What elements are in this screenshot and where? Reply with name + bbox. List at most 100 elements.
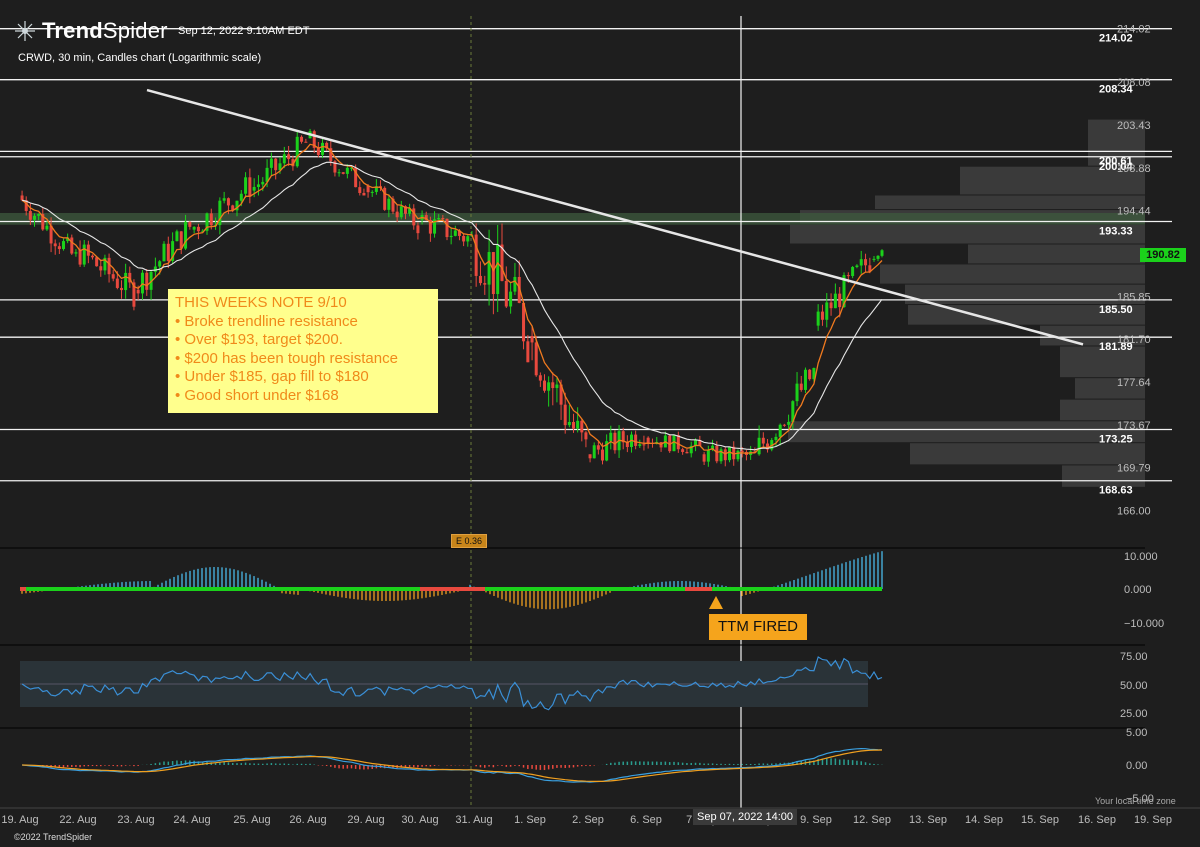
candle-body: [269, 158, 273, 168]
candle-body: [864, 259, 868, 266]
candle-body: [99, 266, 103, 271]
chart-canvas[interactable]: 214.02208.34200.61200.04193.33185.50181.…: [0, 0, 1200, 847]
candle-body: [838, 293, 842, 308]
candle-body: [778, 424, 782, 437]
x-axis-tick: 2. Sep: [572, 814, 604, 826]
macd-line: [22, 747, 883, 783]
candle-body: [880, 250, 884, 256]
candle-body: [728, 446, 731, 461]
squeeze-axis-tick: −10.000: [1124, 618, 1164, 630]
candle-body: [681, 449, 685, 452]
candle-body: [437, 217, 441, 220]
candle-body: [491, 252, 495, 295]
volume-profile-bar: [788, 421, 1145, 443]
earnings-flag[interactable]: E 0.36: [451, 534, 488, 548]
crosshair-time-label: Sep 07, 2022 14:00: [693, 809, 798, 825]
candle-body: [244, 177, 248, 194]
candle-body: [78, 249, 82, 265]
candle-body: [387, 198, 391, 210]
candle-body: [120, 287, 123, 291]
candle-body: [509, 291, 513, 307]
candle-body: [196, 226, 200, 232]
candle-body: [115, 278, 119, 288]
candle-body: [816, 311, 820, 326]
candle-body: [136, 289, 140, 294]
macd-axis-tick: 5.00: [1126, 727, 1147, 739]
macd-signal-line: [22, 749, 883, 782]
note-line: • Under $185, gap fill to $180: [175, 368, 369, 385]
candle-body: [337, 172, 341, 174]
candle-body: [57, 246, 61, 250]
note-line: THIS WEEKS NOTE 9/10: [175, 294, 347, 311]
candle-body: [453, 230, 457, 236]
x-axis-tick: 31. Aug: [455, 814, 492, 826]
candle-body: [445, 218, 449, 238]
price-axis-tick: 169.79: [1117, 463, 1151, 475]
candle-body: [478, 275, 482, 284]
chart-subtitle: CRWD, 30 min, Candles chart (Logarithmic…: [18, 52, 262, 64]
candle-body: [851, 266, 855, 277]
candle-body: [370, 191, 374, 193]
candle-body: [287, 154, 291, 160]
candle-body: [192, 226, 196, 230]
candle-body: [555, 384, 559, 389]
candle-body: [358, 187, 362, 193]
price-axis-tick: 214.02: [1117, 24, 1151, 36]
volume-profile-bar: [968, 244, 1145, 264]
note-line: • Over $193, target $200.: [175, 331, 343, 348]
candle-body: [304, 141, 308, 143]
x-axis-tick: 9. Sep: [800, 814, 832, 826]
chart-timestamp: Sep 12, 2022 9:10AM EDT: [178, 25, 310, 37]
candle-body: [572, 421, 575, 429]
candle-body: [82, 244, 86, 265]
trendspider-logo-icon: [15, 21, 35, 41]
local-timezone-label[interactable]: Your local time zone: [1095, 796, 1176, 806]
candle-body: [248, 177, 252, 197]
candle-body: [547, 382, 551, 391]
candle-body: [638, 444, 642, 446]
candle-body: [53, 243, 57, 247]
brand-logo: TrendSpider: [14, 18, 168, 44]
price-axis-tick: 198.88: [1117, 163, 1151, 175]
volume-profile-bar: [1060, 399, 1145, 421]
candle-body: [362, 192, 366, 196]
candle-body: [158, 261, 162, 267]
candle-body: [188, 221, 192, 227]
candle-body: [706, 449, 710, 462]
candle-body: [175, 231, 179, 242]
candle-body: [166, 243, 170, 261]
candle-body: [20, 195, 24, 201]
candle-body: [723, 449, 727, 461]
candle-body: [222, 198, 226, 201]
candle-body: [62, 241, 65, 250]
candle-body: [474, 234, 478, 276]
candle-body: [795, 383, 799, 402]
rsi-axis-tick: 25.00: [1120, 708, 1148, 720]
x-axis-tick: 22. Aug: [59, 814, 96, 826]
price-axis-tick: 208.08: [1117, 77, 1151, 89]
rsi-axis-tick: 50.00: [1120, 680, 1148, 692]
volume-profile-bar: [905, 284, 1145, 305]
candle-body: [846, 275, 850, 277]
candle-body: [107, 257, 111, 275]
candle-body: [33, 215, 36, 220]
ttm-fired-label: TTM FIRED: [709, 614, 807, 640]
candle-body: [642, 444, 646, 446]
note-line: • Broke trendline resistance: [175, 312, 358, 330]
candle-body: [774, 436, 778, 441]
candle-body: [282, 154, 286, 164]
x-axis-tick: 19. Aug: [1, 814, 38, 826]
candle-body: [855, 265, 859, 267]
candles-group: [20, 128, 884, 467]
volume-profile-bar: [880, 264, 1145, 284]
candle-body: [395, 211, 399, 218]
candle-body: [825, 302, 829, 320]
candle-body: [300, 136, 304, 142]
candle-body: [140, 272, 144, 294]
candle-body: [45, 225, 49, 230]
brand-name: TrendSpider: [42, 18, 168, 43]
candle-body: [483, 283, 487, 285]
x-axis-tick: 26. Aug: [289, 814, 326, 826]
candle-body: [91, 255, 94, 258]
candle-body: [252, 186, 256, 191]
